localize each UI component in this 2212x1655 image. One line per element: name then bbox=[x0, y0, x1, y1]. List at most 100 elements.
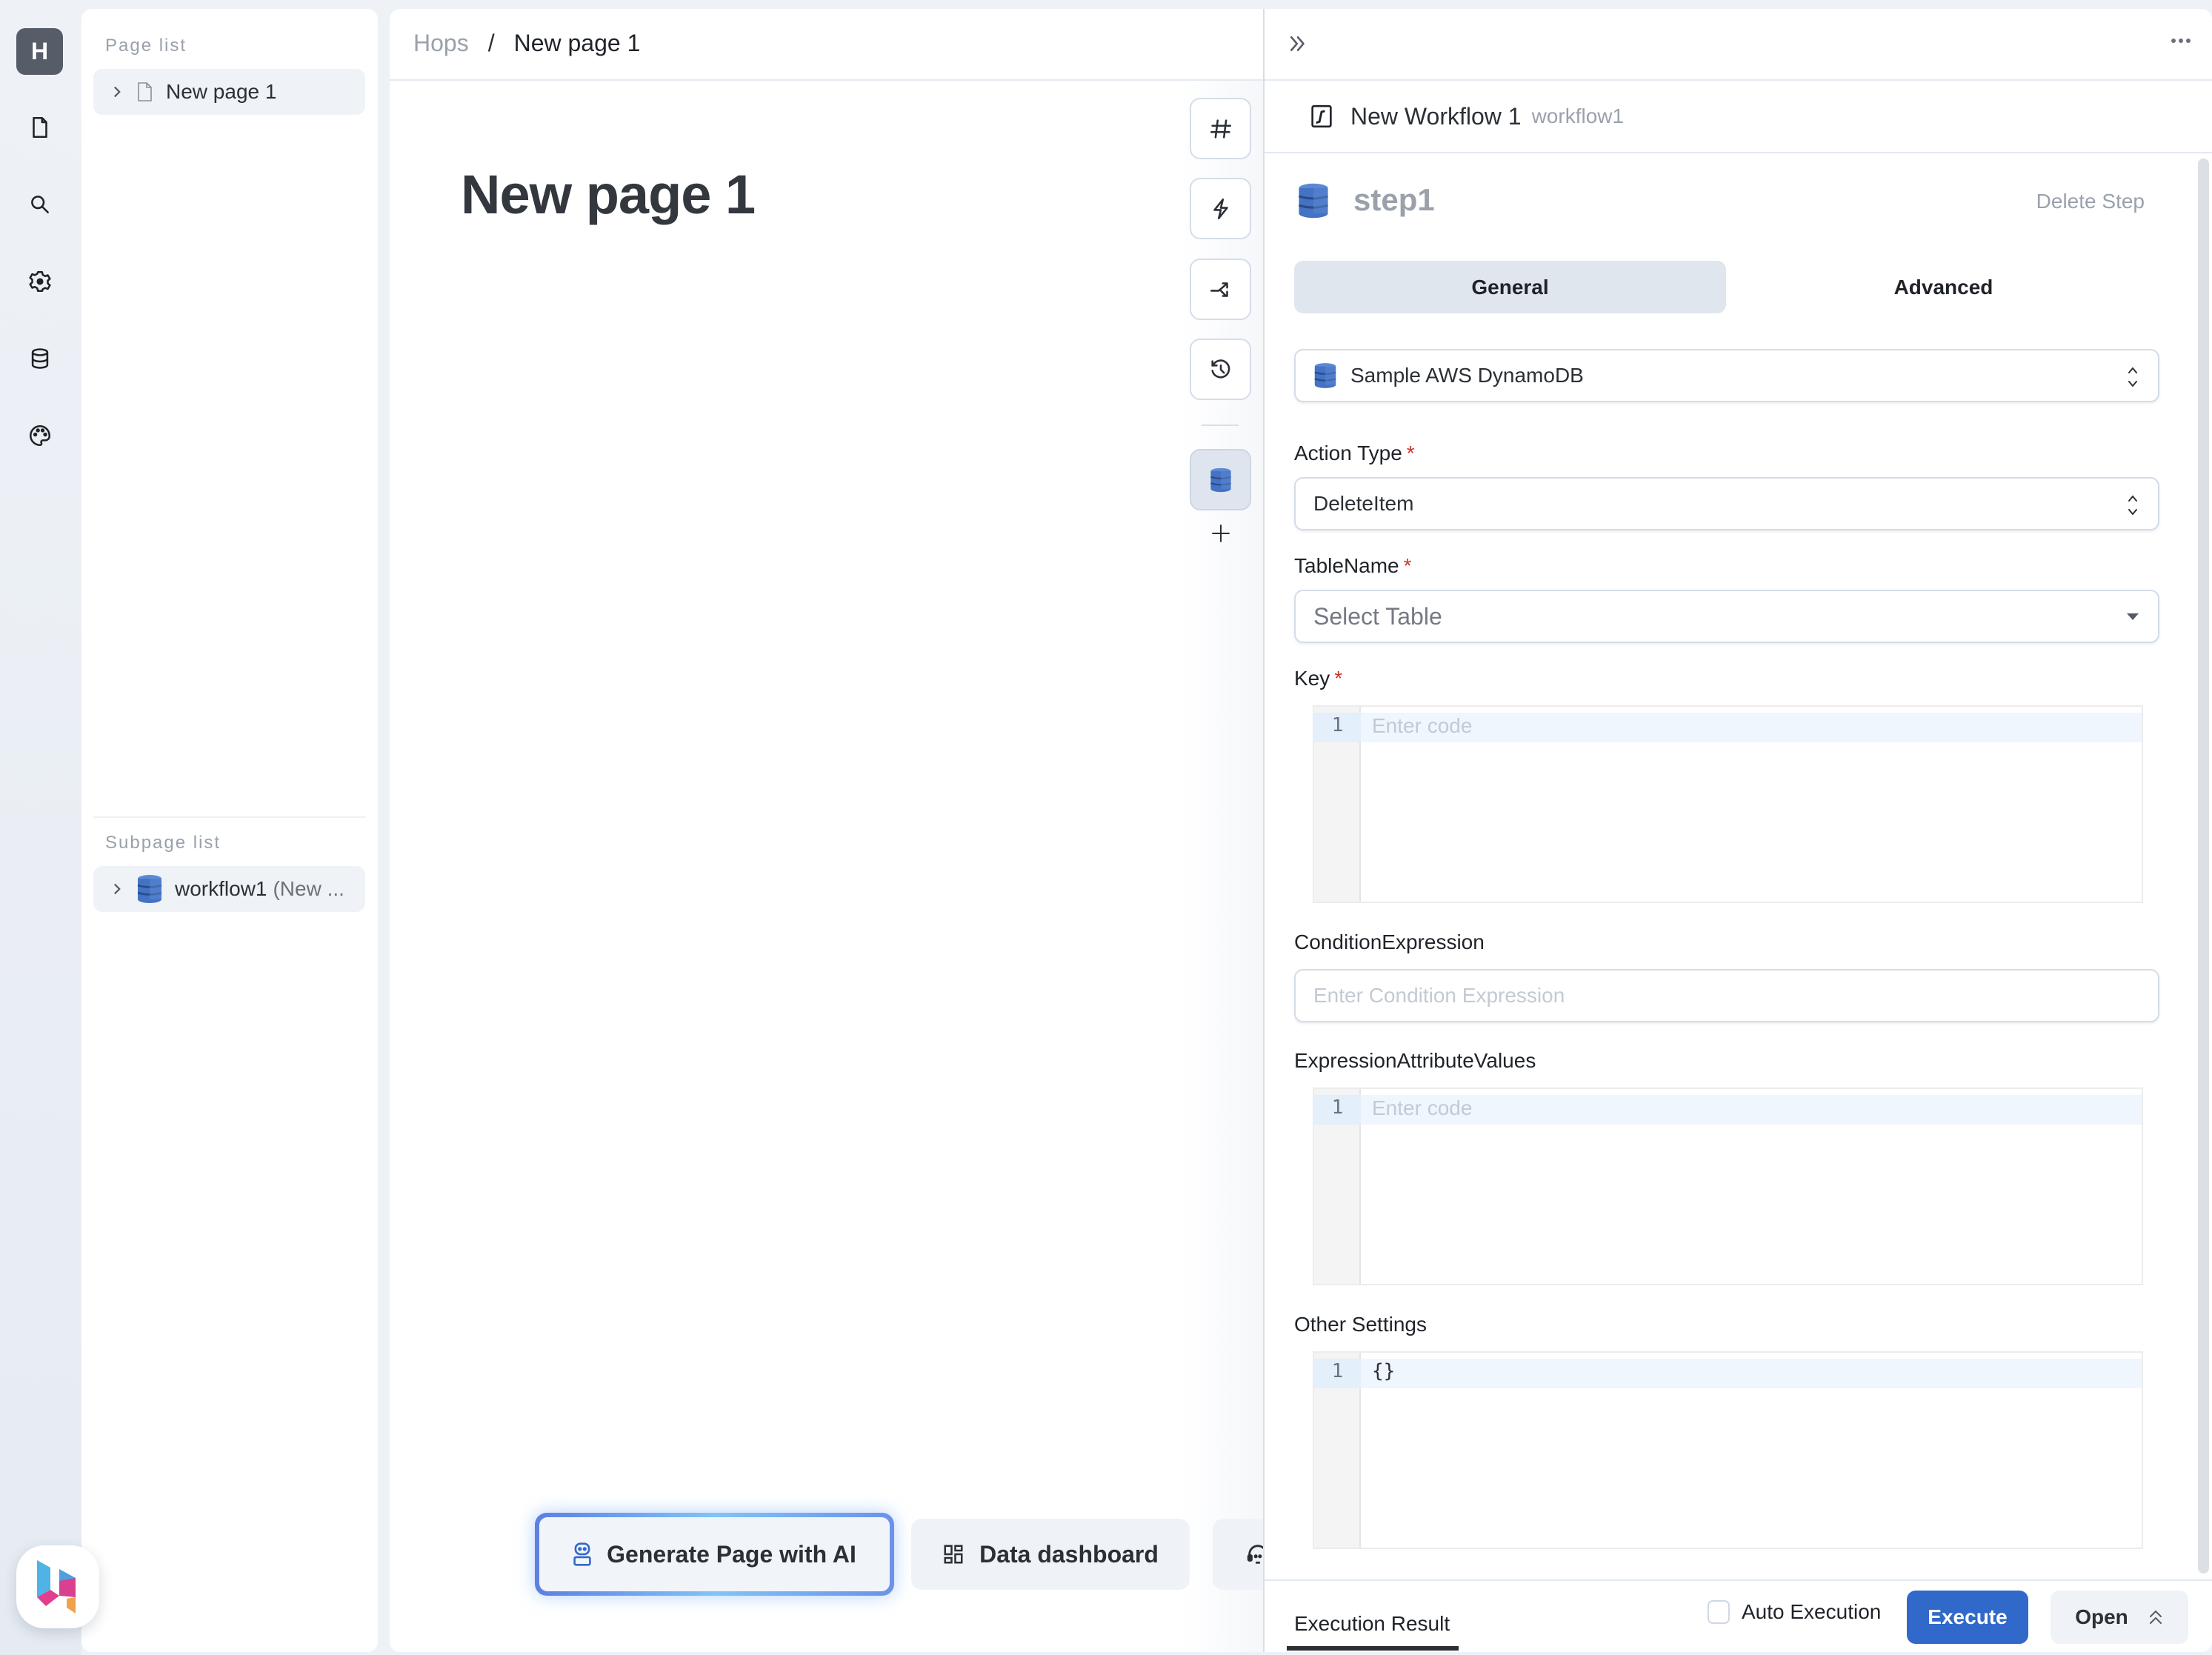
dynamodb-icon bbox=[1314, 363, 1336, 388]
other-settings-editor[interactable]: 1 {} bbox=[1313, 1351, 2143, 1549]
condition-expression-input[interactable]: Enter Condition Expression bbox=[1294, 969, 2159, 1022]
sidebar-item-theme[interactable] bbox=[25, 421, 55, 450]
page-title[interactable]: New page 1 bbox=[461, 163, 756, 226]
history-icon bbox=[1210, 359, 1230, 378]
step-name[interactable]: step1 bbox=[1353, 182, 1435, 218]
palette-icon bbox=[29, 424, 51, 447]
dynamodb-icon bbox=[1210, 467, 1231, 492]
breadcrumb-current: New page 1 bbox=[513, 30, 641, 56]
expression-attribute-values-editor[interactable]: 1 Enter code bbox=[1313, 1088, 2143, 1285]
delete-step-button[interactable]: Delete Step bbox=[2036, 190, 2145, 213]
other-settings-label: Other Settings bbox=[1294, 1313, 1427, 1336]
sidebar-item-settings[interactable] bbox=[25, 267, 55, 296]
data-dashboard-button[interactable]: Data dashboard bbox=[911, 1519, 1190, 1590]
dynamodb-icon bbox=[136, 874, 163, 904]
auto-execution-checkbox[interactable] bbox=[1708, 1600, 1730, 1624]
open-result-button[interactable]: Open bbox=[2051, 1591, 2188, 1644]
open-result-label: Open bbox=[2075, 1605, 2128, 1628]
canvas-topbar: Hops / New page 1 bbox=[390, 9, 1264, 81]
table-name-select[interactable]: Select Table bbox=[1294, 590, 2159, 643]
workflow-id: workflow1 bbox=[1531, 104, 1625, 127]
trigger-button[interactable] bbox=[1190, 178, 1251, 239]
execute-button[interactable]: Execute bbox=[1907, 1591, 2028, 1644]
key-label: Key * bbox=[1294, 667, 1343, 690]
datasource-select[interactable]: Sample AWS DynamoDB bbox=[1294, 349, 2159, 402]
add-step-button[interactable] bbox=[1206, 519, 1236, 548]
line-number: 1 bbox=[1331, 1360, 1344, 1382]
tab-execution-result[interactable]: Execution Result bbox=[1294, 1612, 1450, 1643]
workflow-panel: New Workflow 1 workflow1 step1 Delete St… bbox=[1263, 9, 2212, 1652]
hash-button[interactable] bbox=[1190, 98, 1251, 159]
branch-icon bbox=[1210, 282, 1228, 297]
icon-rail bbox=[0, 0, 81, 1655]
chevron-right-icon[interactable] bbox=[111, 86, 123, 98]
dynamodb-step-button[interactable] bbox=[1190, 449, 1251, 510]
robot-icon bbox=[573, 1542, 591, 1566]
subpage-list-label: Subpage list bbox=[105, 833, 221, 853]
datasource-value: Sample AWS DynamoDB bbox=[1350, 364, 1584, 387]
generate-page-ai-label: Generate Page with AI bbox=[607, 1540, 856, 1568]
panel-scrollbar[interactable] bbox=[2198, 159, 2209, 1574]
sidebar-item-database[interactable] bbox=[25, 344, 55, 373]
subpage-list-item[interactable]: workflow1 (New ... bbox=[93, 866, 365, 912]
database-icon bbox=[31, 348, 49, 369]
generate-page-ai-button[interactable]: Generate Page with AI bbox=[535, 1513, 894, 1596]
toolbar-divider bbox=[1202, 424, 1239, 426]
collapse-panel-icon[interactable] bbox=[1287, 33, 1309, 55]
workflow-icon bbox=[1311, 104, 1332, 128]
sidebar-item-search[interactable] bbox=[25, 190, 55, 219]
auto-execution-toggle[interactable]: Auto Execution bbox=[1708, 1600, 1881, 1624]
gear-icon bbox=[29, 270, 51, 293]
chevrons-up-icon bbox=[2149, 1610, 2162, 1624]
page-list-item[interactable]: New page 1 bbox=[93, 69, 365, 115]
breadcrumb: Hops / New page 1 bbox=[413, 30, 640, 57]
breadcrumb-root[interactable]: Hops bbox=[413, 30, 469, 57]
dynamodb-icon bbox=[1298, 183, 1329, 219]
hash-icon bbox=[1210, 119, 1231, 139]
app-logo-icon bbox=[37, 1560, 76, 1614]
table-name-label: TableName * bbox=[1294, 554, 1412, 577]
execution-footer: Execution Result Auto Execution Execute … bbox=[1265, 1579, 2212, 1652]
key-placeholder: Enter code bbox=[1372, 714, 1473, 737]
sidebar-item-pages[interactable] bbox=[25, 113, 55, 142]
condition-expression-label: ConditionExpression bbox=[1294, 930, 1485, 953]
key-code-editor[interactable]: 1 Enter code bbox=[1313, 705, 2143, 903]
file-icon bbox=[138, 82, 152, 101]
page-list-panel: Page list New page 1 Subpage list workfl… bbox=[81, 9, 378, 1652]
search-icon bbox=[31, 196, 49, 213]
plus-icon bbox=[1212, 525, 1230, 542]
history-button[interactable] bbox=[1190, 339, 1251, 400]
page-canvas: Hops / New page 1 New page 1 Generate Pa… bbox=[390, 9, 1264, 1652]
action-type-select[interactable]: DeleteItem bbox=[1294, 477, 2159, 530]
workspace-avatar[interactable]: H bbox=[16, 28, 63, 75]
action-type-value: DeleteItem bbox=[1313, 492, 1414, 515]
file-icon bbox=[33, 116, 47, 139]
condition-expression-placeholder: Enter Condition Expression bbox=[1313, 984, 1565, 1007]
more-options-icon[interactable] bbox=[2170, 37, 2192, 44]
workflow-panel-topbar bbox=[1265, 9, 2212, 81]
workflow-title[interactable]: New Workflow 1 bbox=[1350, 103, 1522, 130]
table-name-placeholder: Select Table bbox=[1313, 602, 1442, 630]
line-number: 1 bbox=[1331, 714, 1344, 736]
support-button[interactable] bbox=[1213, 1519, 1264, 1590]
lightning-icon bbox=[1213, 198, 1228, 219]
workflow-header: New Workflow 1 workflow1 bbox=[1265, 81, 2212, 153]
breadcrumb-separator: / bbox=[487, 30, 495, 56]
active-tab-indicator bbox=[1287, 1646, 1459, 1651]
page-list-item-label: New page 1 bbox=[166, 80, 277, 103]
expression-attribute-values-placeholder: Enter code bbox=[1372, 1096, 1473, 1119]
branch-button[interactable] bbox=[1190, 259, 1251, 320]
subpage-list-item-label: workflow1 bbox=[175, 877, 267, 900]
caret-down-icon bbox=[2127, 613, 2139, 620]
app-logo-button[interactable] bbox=[16, 1545, 99, 1628]
line-number: 1 bbox=[1331, 1096, 1344, 1119]
chevron-right-icon[interactable] bbox=[111, 883, 123, 895]
headset-icon bbox=[1247, 1545, 1264, 1564]
page-list-label: Page list bbox=[105, 36, 187, 56]
tab-advanced[interactable]: Advanced bbox=[1728, 261, 2159, 313]
chevron-updown-icon bbox=[2128, 495, 2137, 516]
other-settings-value: {} bbox=[1372, 1360, 1396, 1382]
tab-general[interactable]: General bbox=[1294, 261, 1726, 313]
dashboard-icon bbox=[944, 1545, 963, 1564]
chevron-updown-icon bbox=[2128, 367, 2137, 387]
